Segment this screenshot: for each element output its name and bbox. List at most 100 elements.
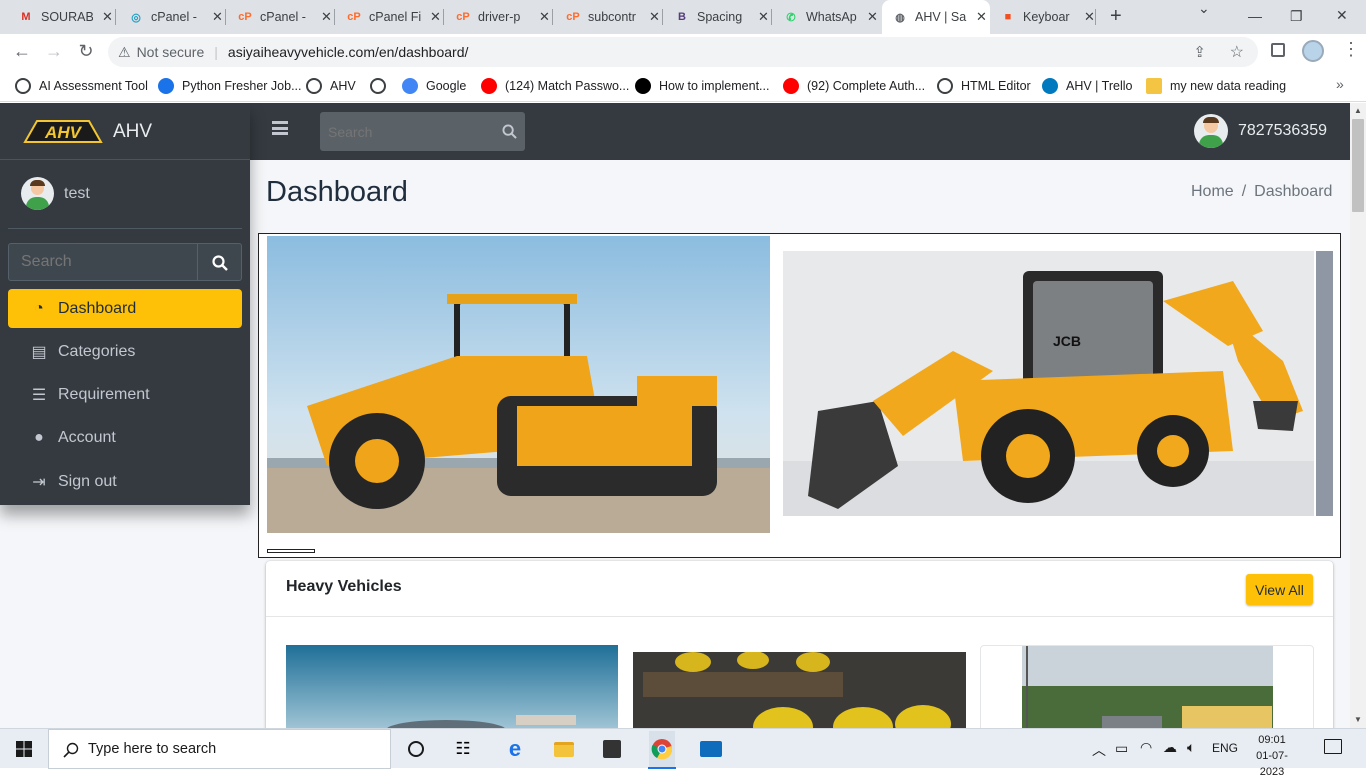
sidebar-item-dashboard[interactable]: ◔ Dashboard <box>8 289 242 328</box>
user-name[interactable]: test <box>64 185 90 203</box>
tab-close-icon[interactable]: ✕ <box>649 9 660 25</box>
bookmark-label: AHV | Trello <box>1066 79 1133 93</box>
minimize-icon[interactable]: — <box>1248 8 1262 24</box>
bookmark-item[interactable]: Google <box>402 76 466 96</box>
windows-start-icon[interactable] <box>16 741 32 757</box>
sidebar-item-sign-out[interactable]: ⇥ Sign out <box>8 462 242 501</box>
sidebar-search-icon[interactable] <box>212 255 228 271</box>
sidebar-item-account[interactable]: ● Account <box>8 419 242 458</box>
scroll-down-icon[interactable]: ▼ <box>1354 715 1362 724</box>
mail-icon[interactable] <box>699 737 723 761</box>
bookmark-item[interactable]: AHV <box>306 76 356 96</box>
taskbar-search-icon <box>63 742 79 758</box>
carousel-indicators[interactable] <box>267 549 315 553</box>
vehicle-card-image-2[interactable] <box>633 652 966 728</box>
bootstrap-icon: B <box>678 11 686 23</box>
tab-close-icon[interactable]: ✕ <box>1084 9 1095 25</box>
reload-icon[interactable]: ↻ <box>74 41 98 62</box>
wifi-icon[interactable]: ◠ <box>1140 739 1152 756</box>
browser-tab[interactable]: ✆ WhatsAp ✕ <box>773 0 881 34</box>
tab-close-icon[interactable]: ✕ <box>212 9 223 25</box>
svg-text:JCB: JCB <box>1053 333 1081 349</box>
notification-icon[interactable] <box>1324 739 1342 754</box>
user-panel: test <box>0 160 250 228</box>
back-arrow-icon[interactable]: ← <box>10 41 34 62</box>
restore-icon[interactable]: ❐ <box>1290 8 1303 25</box>
taskbar-search-box[interactable]: Type here to search <box>48 729 391 769</box>
bookmark-item[interactable]: How to implement... <box>635 76 769 96</box>
forward-arrow-icon[interactable]: → <box>42 41 66 62</box>
user-avatar[interactable] <box>1194 114 1228 148</box>
sidebar-item-requirement[interactable]: ☰ Requirement <box>8 376 242 415</box>
user-phone[interactable]: 7827536359 <box>1238 122 1327 140</box>
browser-tab[interactable]: ◎ cPanel - ✕ <box>118 0 226 34</box>
tray-chevron-up-icon[interactable]: ︿ <box>1092 740 1106 760</box>
url-text[interactable]: asiyaiheavyvehicle.com/en/dashboard/ <box>228 44 468 60</box>
bookmark-item[interactable]: Python Fresher Job... <box>158 76 302 96</box>
file-explorer-icon[interactable] <box>552 737 576 761</box>
more-vertical-icon[interactable]: ⋮ <box>1342 39 1360 60</box>
sidebar-search-input[interactable] <box>9 244 197 280</box>
browser-tab[interactable]: ◍ AHV | Sa ✕ <box>882 0 990 34</box>
whatsapp-icon: ✆ <box>786 11 796 24</box>
tab-close-icon[interactable]: ✕ <box>867 9 878 25</box>
clock[interactable]: 09:01 01-07-2023 <box>1246 732 1298 780</box>
profile-avatar[interactable] <box>1302 40 1324 62</box>
tab-close-icon[interactable]: ✕ <box>976 9 987 25</box>
scrollbar-thumb[interactable] <box>1352 119 1364 212</box>
battery-icon[interactable]: ▭ <box>1115 740 1128 757</box>
vehicle-card-image-1[interactable] <box>286 645 618 728</box>
scroll-up-icon[interactable]: ▲ <box>1354 106 1362 115</box>
vehicle-card-image-3 <box>1022 646 1273 728</box>
bookmark-item[interactable]: AHV | Trello <box>1042 76 1132 96</box>
browser-tab[interactable]: cP subcontr ✕ <box>555 0 663 34</box>
browser-tab[interactable]: B Spacing ✕ <box>664 0 772 34</box>
volume-icon[interactable]: 🔈︎ <box>1187 739 1195 756</box>
share-icon[interactable]: ⇪ <box>1193 43 1206 61</box>
language-indicator[interactable]: ENG <box>1212 741 1238 755</box>
task-view-icon[interactable]: ☷ <box>451 737 475 761</box>
page-scrollbar[interactable]: ▲ ▼ <box>1350 103 1366 728</box>
hamburger-menu-icon[interactable] <box>272 121 288 135</box>
tab-close-icon[interactable]: ✕ <box>321 9 332 25</box>
sidebar-item-categories[interactable]: ▤ Categories <box>8 332 242 371</box>
browser-tab[interactable]: ■ Keyboar ✕ <box>990 0 1096 34</box>
sidebar: AHV AHV test ◔ Dashboard ▤ Categories ☰ Requi… <box>0 103 250 505</box>
address-bar[interactable]: ⚠ Not secure | asiyaiheavyvehicle.com/en… <box>108 37 1258 67</box>
vehicle-card-3[interactable] <box>980 645 1314 728</box>
store-icon[interactable] <box>600 737 624 761</box>
side-panel-icon[interactable] <box>1271 43 1285 57</box>
star-bookmark-icon[interactable]: ☆ <box>1230 42 1244 62</box>
tab-close-icon[interactable]: ✕ <box>758 9 769 25</box>
chevron-more-icon[interactable]: » <box>1336 76 1344 92</box>
bookmark-item[interactable]: (92) Complete Auth... <box>783 76 925 96</box>
cortana-icon[interactable] <box>404 737 428 761</box>
bookmark-item[interactable] <box>370 76 394 96</box>
browser-tab[interactable]: M SOURAB ✕ <box>8 0 116 34</box>
view-all-button[interactable]: View All <box>1246 574 1313 605</box>
brand-link[interactable]: AHV AHV <box>0 103 250 160</box>
browser-tab[interactable]: cP driver-p ✕ <box>445 0 553 34</box>
new-tab-icon[interactable]: + <box>1110 5 1122 28</box>
image-carousel[interactable]: JCB <box>258 233 1341 558</box>
bookmark-item[interactable]: (124) Match Passwo... <box>481 76 629 96</box>
bookmark-item[interactable]: HTML Editor <box>937 76 1031 96</box>
svg-text:AHV: AHV <box>44 123 83 142</box>
edge-icon[interactable]: e <box>503 736 527 761</box>
breadcrumb-home[interactable]: Home <box>1191 183 1234 201</box>
top-search-input[interactable] <box>320 112 490 151</box>
tab-close-icon[interactable]: ✕ <box>539 9 550 25</box>
bookmark-item[interactable]: my new data reading <box>1146 76 1286 96</box>
browser-tab[interactable]: cP cPanel - ✕ <box>227 0 335 34</box>
browser-tab[interactable]: cP cPanel Fi ✕ <box>336 0 444 34</box>
sidebar-item-label: Dashboard <box>58 299 137 317</box>
close-window-icon[interactable]: ✕ <box>1336 7 1348 24</box>
tab-close-icon[interactable]: ✕ <box>102 9 113 25</box>
cpanel-icon: cP <box>566 11 580 23</box>
chevron-down-icon[interactable]: ⌄ <box>1198 0 1210 17</box>
network-icon[interactable]: ☁ <box>1163 739 1177 756</box>
bookmark-item[interactable]: AI Assessment Tool <box>15 76 148 96</box>
search-icon[interactable] <box>502 124 517 139</box>
chrome-taskbar-icon[interactable] <box>649 731 675 767</box>
tab-close-icon[interactable]: ✕ <box>430 9 441 25</box>
